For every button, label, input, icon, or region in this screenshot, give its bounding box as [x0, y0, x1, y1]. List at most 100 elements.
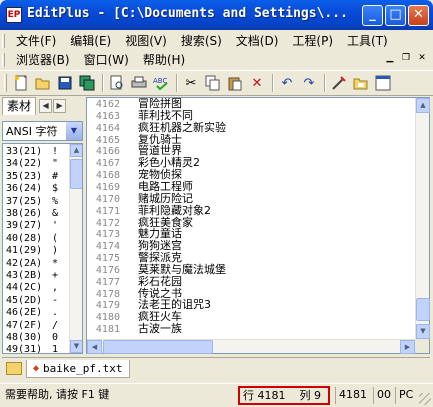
status-cursor-position[interactable]: 行 4181 列 9	[238, 386, 330, 405]
editor-line[interactable]: 4181 古波一族	[87, 323, 182, 336]
char-glyph: '	[52, 220, 59, 232]
toolbar-grip[interactable]	[4, 74, 7, 92]
char-glyph: (	[52, 232, 59, 244]
open-folder-icon[interactable]	[33, 73, 53, 93]
spell-check-icon[interactable]: ABC	[151, 73, 171, 93]
char-glyph: %	[52, 195, 59, 207]
scrollbar-thumb[interactable]	[416, 298, 430, 321]
char-list-item[interactable]: 49(31) 1	[6, 343, 70, 353]
tab-document[interactable]: ◆ baike_pf.txt	[26, 360, 130, 378]
scroll-left-icon[interactable]: ◀	[87, 340, 102, 354]
undo-icon[interactable]: ↶	[277, 73, 297, 93]
char-list-item[interactable]: 33(21)!	[6, 145, 70, 158]
title-bar[interactable]: EP EditPlus - [C:\Documents and Settings…	[0, 0, 433, 30]
minimize-button[interactable]: _	[362, 5, 383, 26]
scrollbar-thumb[interactable]	[103, 340, 213, 354]
status-file-mode[interactable]: PC	[395, 387, 415, 404]
directory-icon[interactable]	[351, 73, 371, 93]
menu-view[interactable]: 视图(V)	[118, 32, 174, 49]
char-list-item[interactable]: 43(2B) +	[6, 269, 70, 282]
char-list-item[interactable]: 40(28) (	[6, 232, 70, 245]
char-code: 35(23)	[6, 170, 43, 182]
delete-icon[interactable]: ✕	[247, 73, 267, 93]
chevron-down-icon[interactable]: ▼	[66, 122, 82, 140]
char-list-item[interactable]: 45(2D) -	[6, 294, 70, 307]
scroll-down-icon[interactable]: ▼	[70, 340, 82, 353]
char-list-scrollbar[interactable]: ▲ ▼	[69, 144, 82, 353]
char-list-item[interactable]: 44(2C),	[6, 281, 70, 294]
char-list-item[interactable]: 39(27) '	[6, 219, 70, 232]
toolbar-separator	[102, 74, 104, 92]
char-list[interactable]: 33(21)! 34(22) " 35(23) #36(24) $37(25)% 38(26…	[2, 143, 83, 354]
editor-horizontal-scrollbar[interactable]: ◀ ▶	[87, 339, 415, 354]
char-list-item[interactable]: 41(29))	[6, 244, 70, 257]
status-line: 行 4181	[243, 389, 286, 402]
menu-grip[interactable]	[2, 52, 5, 67]
menu-search[interactable]: 搜索(S)	[174, 32, 229, 49]
chevron-right-icon[interactable]: ▶	[53, 99, 67, 113]
print-preview-icon[interactable]	[107, 73, 127, 93]
menu-tools[interactable]: 工具(T)	[340, 32, 395, 49]
app-icon[interactable]: EP	[6, 7, 22, 23]
char-list-item[interactable]: 38(26) &	[6, 207, 70, 220]
editor-vertical-scrollbar[interactable]: ▲ ▼	[415, 98, 430, 339]
char-list-item[interactable]: 42(2A) *	[6, 257, 70, 270]
left-panel: 素材 ◀ ▶ ANSI 字符 ▼ 33(21)! 34(22) " 35(23) #36…	[2, 97, 83, 354]
menu-document[interactable]: 文档(D)	[229, 32, 286, 49]
tab-cliptext[interactable]: 素材	[2, 97, 37, 115]
char-glyph: +	[52, 270, 59, 281]
maximize-button[interactable]: □	[385, 5, 406, 26]
menu-file[interactable]: 文件(F)	[9, 32, 63, 49]
char-code: 39(27)	[6, 220, 43, 232]
pane-icon[interactable]	[373, 73, 393, 93]
toolbar-separator	[272, 74, 274, 92]
char-list-item[interactable]: 48(30) 0	[6, 331, 70, 344]
save-icon[interactable]	[55, 73, 75, 93]
scroll-down-icon[interactable]: ▼	[416, 324, 430, 339]
editor-pane[interactable]: 4162 冒险拼图 4163 菲利找不同 4164 疯狂机器之新实验 4165 复仇骑士 416…	[86, 97, 430, 354]
scrollbar-thumb[interactable]	[70, 159, 82, 189]
mdi-close-icon[interactable]: ✕	[415, 52, 429, 65]
encoding-select[interactable]: ANSI 字符 ▼	[2, 121, 83, 141]
cut-icon[interactable]: ✂	[181, 73, 201, 93]
copy-icon[interactable]	[203, 73, 223, 93]
paste-icon[interactable]	[225, 73, 245, 93]
find-icon[interactable]	[329, 73, 349, 93]
menu-window[interactable]: 窗口(W)	[77, 51, 136, 68]
status-column: 列 9	[299, 389, 322, 402]
menu-grip[interactable]	[2, 33, 5, 48]
print-icon[interactable]	[129, 73, 149, 93]
char-list-item[interactable]: 36(24) $	[6, 182, 70, 195]
char-code: 47(2F)	[6, 319, 43, 331]
menu-project[interactable]: 工程(P)	[285, 32, 340, 49]
char-list-item[interactable]: 35(23) #	[6, 170, 70, 183]
close-button[interactable]: ✕	[408, 5, 429, 26]
redo-icon[interactable]: ↷	[299, 73, 319, 93]
char-glyph: *	[52, 257, 59, 269]
folder-icon[interactable]	[6, 362, 22, 375]
char-list-item[interactable]: 37(25)%	[6, 195, 70, 208]
char-list-item[interactable]: 34(22) "	[6, 157, 70, 170]
menu-edit[interactable]: 编辑(E)	[63, 32, 118, 49]
save-all-icon[interactable]	[77, 73, 97, 93]
scroll-up-icon[interactable]: ▲	[70, 144, 82, 157]
new-file-icon[interactable]	[11, 73, 31, 93]
menu-browser[interactable]: 浏览器(B)	[9, 51, 77, 68]
char-code: 37(25)	[6, 195, 43, 207]
char-glyph: "	[52, 158, 59, 170]
editor-text-area[interactable]: 4162 冒险拼图 4163 菲利找不同 4164 疯狂机器之新实验 4165 复仇骑士 416…	[87, 98, 416, 341]
char-list-item[interactable]: 46(2E).	[6, 306, 70, 319]
window-title: EditPlus - [C:\Documents and Settings\..…	[27, 6, 348, 21]
menu-row-2: 浏览器(B) 窗口(W) 帮助(H)	[2, 50, 192, 69]
char-code: 38(26)	[6, 208, 43, 219]
scroll-right-icon[interactable]: ▶	[400, 340, 415, 354]
menu-help[interactable]: 帮助(H)	[136, 51, 192, 68]
mdi-restore-icon[interactable]: ❐	[399, 52, 413, 65]
char-glyph: &	[52, 208, 59, 219]
scroll-up-icon[interactable]: ▲	[416, 98, 430, 113]
left-panel-header: 素材 ◀ ▶	[2, 97, 83, 115]
char-list-item[interactable]: 47(2F) /	[6, 319, 70, 332]
mdi-minimize-icon[interactable]: ▁	[383, 52, 397, 65]
resize-grip-icon[interactable]	[419, 393, 431, 405]
chevron-left-icon[interactable]: ◀	[39, 99, 53, 113]
